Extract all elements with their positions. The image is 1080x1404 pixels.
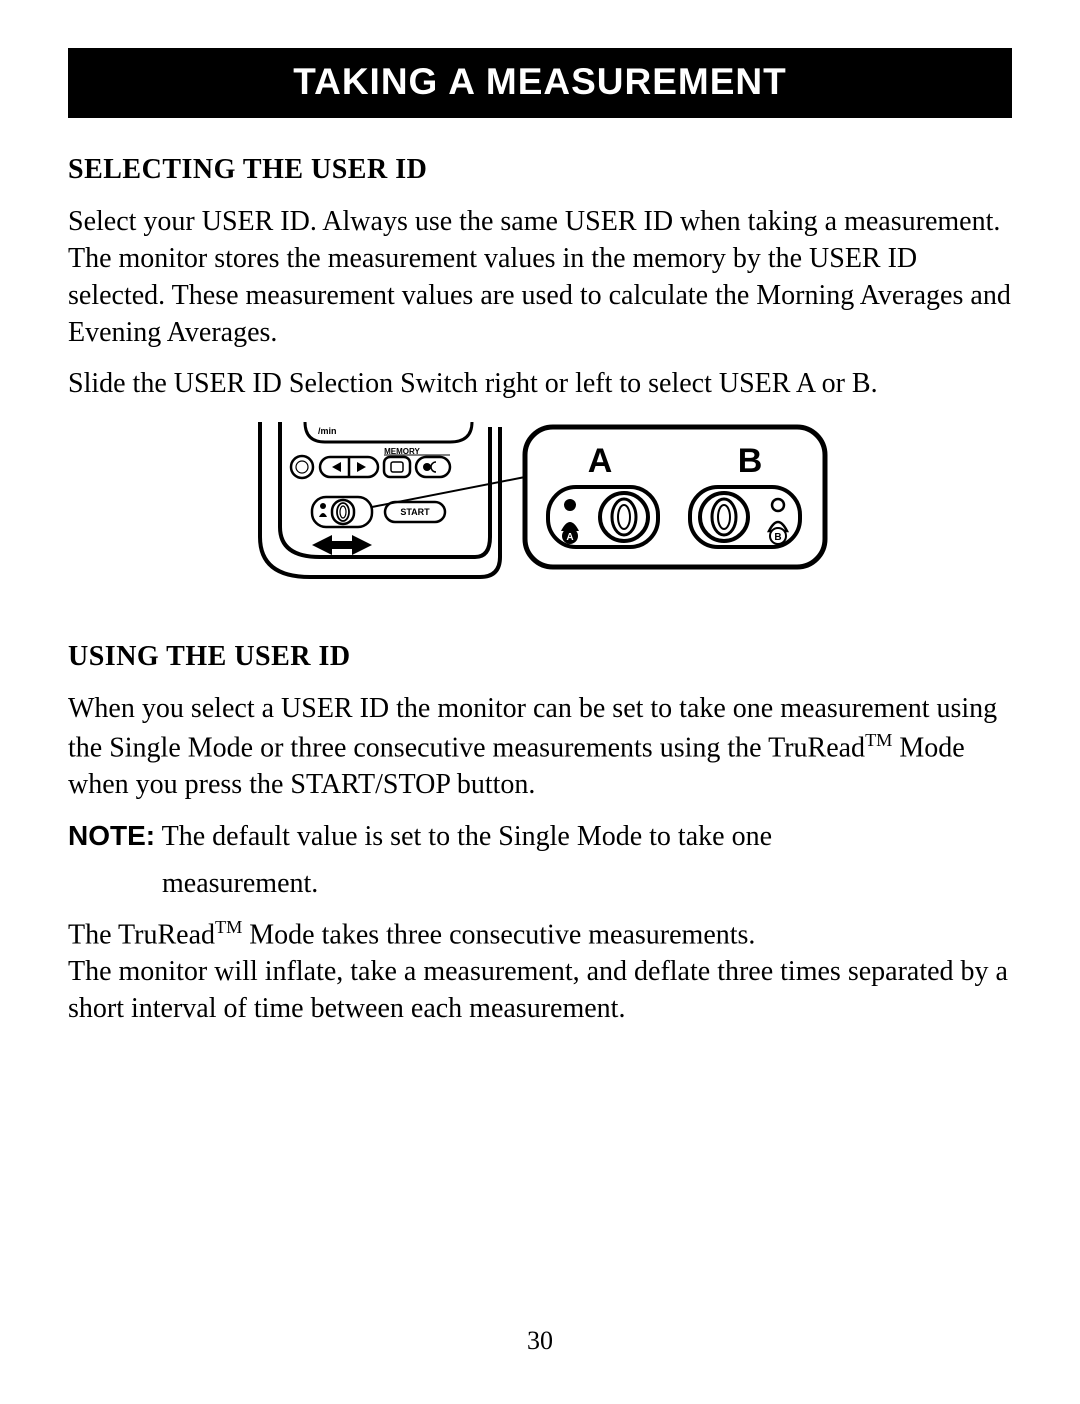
- page-title-bar: TAKING A MEASUREMENT: [68, 48, 1012, 118]
- note-continuation: measurement.: [162, 866, 1012, 903]
- section-heading-using-user-id: USING THE USER ID: [68, 641, 1012, 673]
- section1-para1: Select your USER ID. Always use the same…: [68, 204, 1012, 352]
- start-label: START: [400, 507, 430, 517]
- section2-para1: When you select a USER ID the monitor ca…: [68, 691, 1012, 804]
- note-line: NOTE: The default value is set to the Si…: [68, 818, 1012, 856]
- min-label: /min: [318, 426, 337, 436]
- section2-para2: The TruReadTM Mode takes three consecuti…: [68, 915, 1012, 954]
- switch-b-badge: B: [774, 532, 781, 543]
- device-diagram-svg: /min MEMORY: [250, 417, 830, 607]
- section1-para2: Slide the USER ID Selection Switch right…: [68, 366, 1012, 403]
- callout-label-b: B: [738, 442, 763, 480]
- section2-para3: The monitor will inflate, take a measure…: [68, 954, 1012, 1028]
- note-label: NOTE:: [68, 820, 155, 851]
- switch-a-badge: A: [566, 532, 573, 543]
- callout-label-a: A: [588, 442, 613, 480]
- page-number: 30: [0, 1326, 1080, 1356]
- section-heading-selecting-user-id: SELECTING THE USER ID: [68, 154, 1012, 186]
- user-id-switch-diagram: /min MEMORY: [68, 417, 1012, 607]
